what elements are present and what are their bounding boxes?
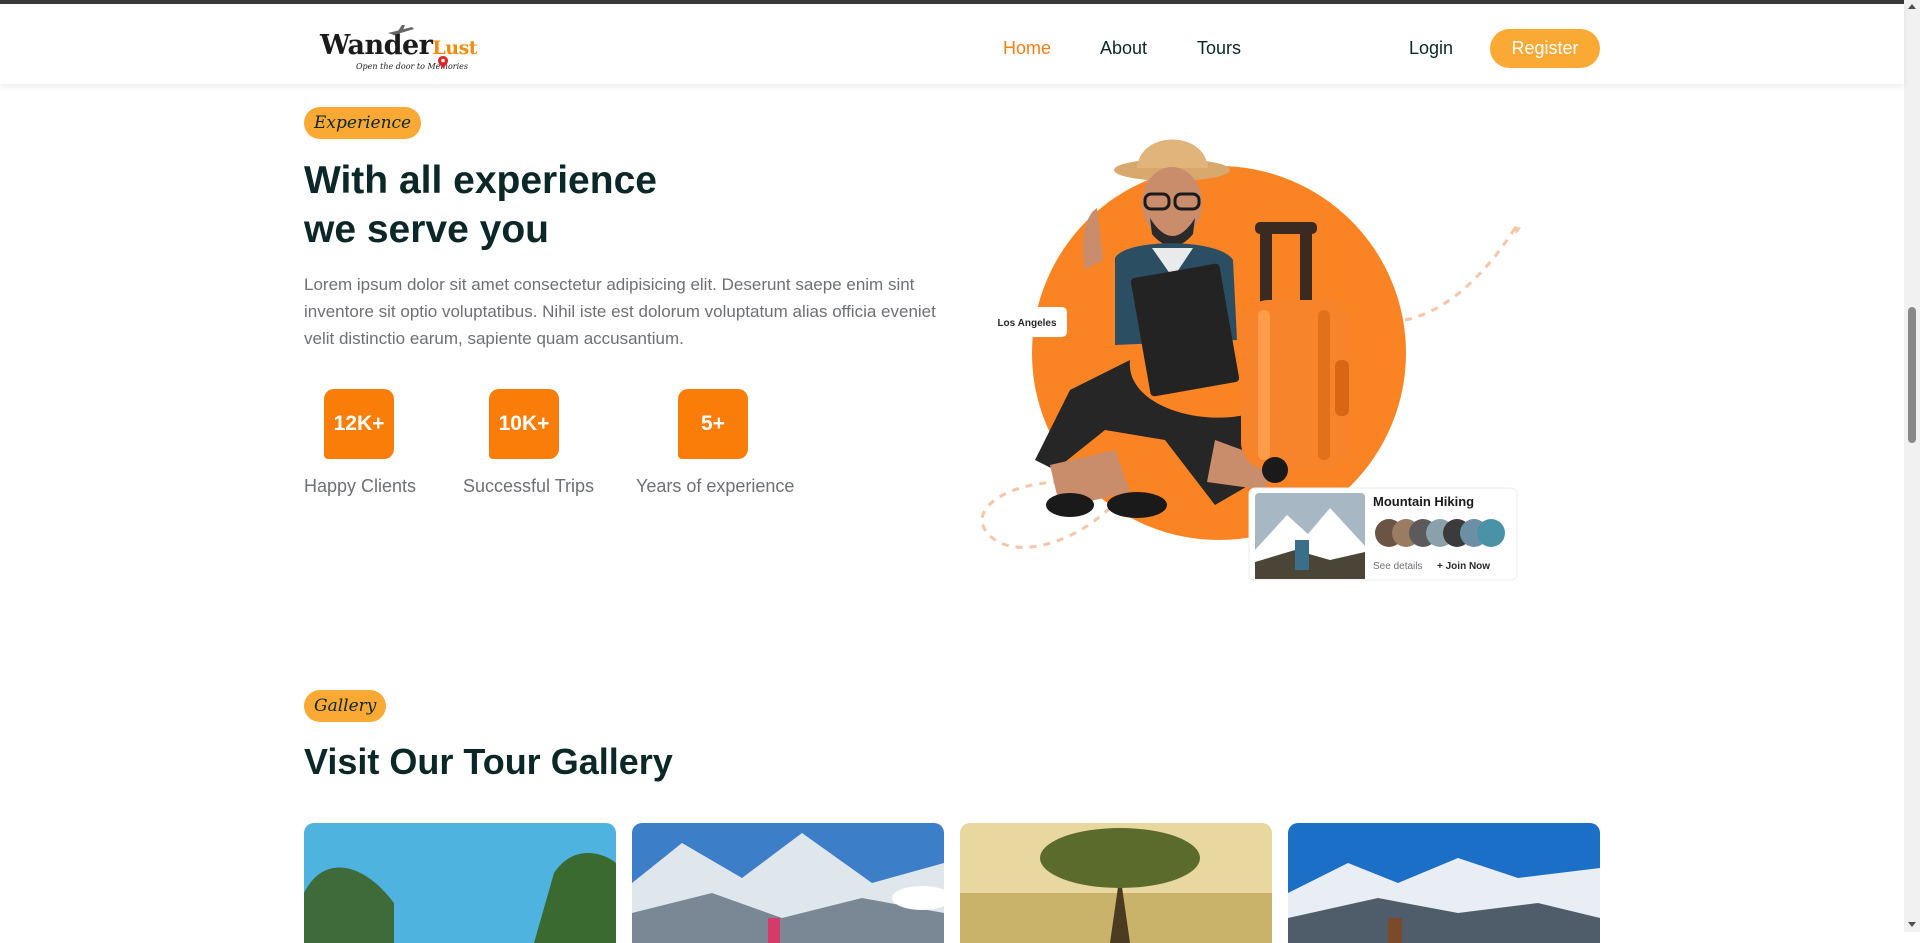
see-details-link: See details bbox=[1373, 561, 1422, 572]
page-scrollbar[interactable] bbox=[1904, 0, 1920, 932]
gallery-image-3[interactable] bbox=[960, 823, 1272, 943]
scroll-up-arrow[interactable] bbox=[1908, 4, 1916, 9]
gallery-title: Visit Our Tour Gallery bbox=[304, 741, 673, 782]
experience-description: Lorem ipsum dolor sit amet consectetur a… bbox=[304, 275, 936, 348]
stat-years-label: Years of experience bbox=[636, 476, 795, 496]
logo-tagline: Open the door to Memories bbox=[356, 62, 468, 71]
gallery-image-1[interactable] bbox=[304, 823, 616, 943]
site-header: WanderLust Open the door to Memories Hom… bbox=[0, 4, 1904, 84]
stat-happy-clients-value: 12K+ bbox=[324, 389, 394, 459]
participant-avatars bbox=[1375, 519, 1505, 547]
experience-badge: Experience bbox=[304, 107, 422, 139]
experience-title: With all experience we serve you bbox=[304, 159, 657, 251]
scroll-down-arrow[interactable] bbox=[1908, 922, 1916, 927]
login-button[interactable]: Login bbox=[1409, 38, 1453, 59]
stat-successful-trips-value: 10K+ bbox=[489, 389, 559, 459]
card-title: Mountain Hiking bbox=[1373, 494, 1474, 509]
stat-years-value: 5+ bbox=[678, 389, 748, 459]
hero-illustration: Los Angeles Mountain Hiking See details … bbox=[980, 139, 1521, 581]
airplane-icon bbox=[388, 25, 414, 35]
mountain-hiking-card: Mountain Hiking See details + Join Now bbox=[1248, 487, 1518, 581]
gallery-badge: Gallery bbox=[304, 690, 387, 722]
nav-home[interactable]: Home bbox=[1003, 38, 1051, 59]
stat-successful-trips-label: Successful Trips bbox=[463, 476, 595, 496]
nav-tours[interactable]: Tours bbox=[1197, 38, 1241, 59]
logo[interactable]: WanderLust Open the door to Memories bbox=[320, 24, 478, 76]
gallery-image-2[interactable] bbox=[632, 823, 944, 943]
location-pin-icon bbox=[438, 56, 448, 68]
join-now-link: + Join Now bbox=[1437, 561, 1490, 572]
location-tag: Los Angeles bbox=[997, 318, 1057, 329]
gallery-image-4[interactable] bbox=[1288, 823, 1600, 943]
nav-about[interactable]: About bbox=[1100, 38, 1147, 59]
register-button[interactable]: Register bbox=[1490, 29, 1600, 68]
stat-happy-clients-label: Happy Clients bbox=[304, 476, 417, 496]
scrollbar-thumb[interactable] bbox=[1908, 307, 1916, 443]
